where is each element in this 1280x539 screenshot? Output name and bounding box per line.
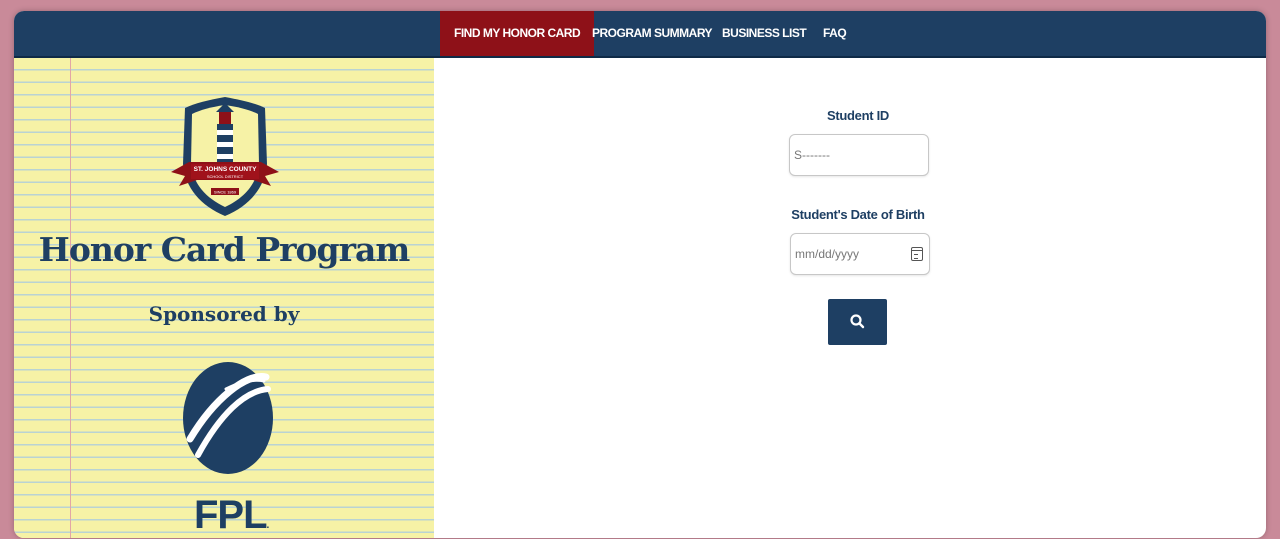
student-id-label: Student ID <box>827 108 889 123</box>
student-id-input[interactable] <box>790 135 928 175</box>
student-id-field[interactable] <box>789 134 929 176</box>
program-title: Honor Card Program <box>38 230 411 269</box>
top-navigation: FIND MY HONOR CARD PROGRAM SUMMARY BUSIN… <box>14 11 1266 58</box>
crest-since-label: SINCE 1869 <box>214 190 237 195</box>
program-sidebar: ST. JOHNS COUNTY SCHOOL DISTRICT SINCE 1… <box>14 58 434 538</box>
nav-program-summary[interactable]: PROGRAM SUMMARY <box>592 11 713 56</box>
crest-district-subtitle: SCHOOL DISTRICT <box>207 174 244 179</box>
fpl-logo-text: FPL. <box>194 493 269 537</box>
crest-district-name: ST. JOHNS COUNTY <box>194 166 258 173</box>
search-button[interactable] <box>828 299 887 345</box>
nav-business-list[interactable]: BUSINESS LIST <box>722 11 807 56</box>
date-of-birth-input[interactable] <box>791 234 929 274</box>
school-district-crest-logo: ST. JOHNS COUNTY SCHOOL DISTRICT SINCE 1… <box>171 97 279 216</box>
app-window: FIND MY HONOR CARD PROGRAM SUMMARY BUSIN… <box>14 11 1266 538</box>
sponsored-by-label: Sponsored by <box>148 302 300 326</box>
fpl-logo-mark <box>183 362 273 474</box>
search-icon <box>850 314 865 329</box>
notepad-margin-line <box>70 58 71 538</box>
date-of-birth-label: Student's Date of Birth <box>791 207 925 222</box>
nav-faq[interactable]: FAQ <box>823 11 847 56</box>
calendar-icon[interactable] <box>911 247 923 261</box>
date-of-birth-field[interactable] <box>790 233 930 275</box>
nav-find-my-honor-card[interactable]: FIND MY HONOR CARD <box>440 11 595 56</box>
